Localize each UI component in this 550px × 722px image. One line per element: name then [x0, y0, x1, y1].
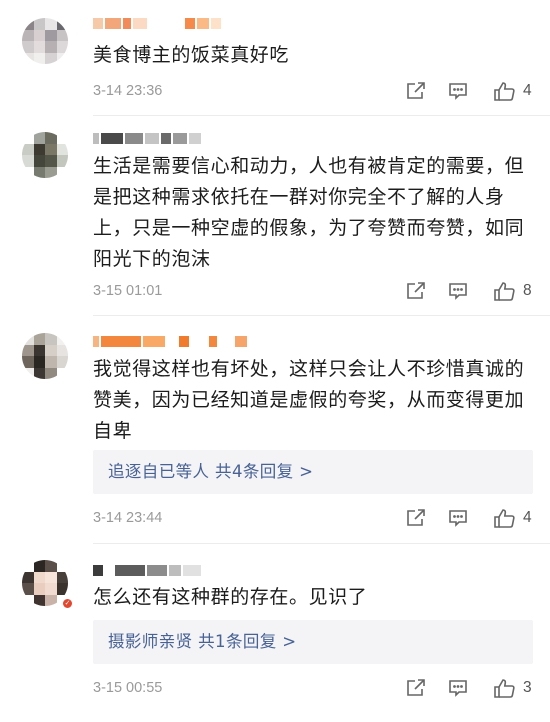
username-redacted[interactable]: [93, 563, 201, 577]
username-redacted[interactable]: [93, 16, 221, 30]
thumbs-up-icon: [494, 679, 515, 698]
comment-icon[interactable]: [447, 279, 469, 303]
like-count: 4: [523, 82, 532, 99]
avatar[interactable]: [22, 18, 68, 64]
avatar[interactable]: [22, 333, 68, 379]
divider: [93, 115, 550, 116]
comment-text: 生活是需要信心和动力，人也有被肯定的需要，但是把这种需求依托在一群对你完全不了解…: [93, 155, 525, 270]
reply-preview[interactable]: 摄影师亲贤 共1条回复 >: [93, 620, 533, 664]
avatar[interactable]: [22, 132, 68, 178]
share-icon[interactable]: [405, 79, 427, 103]
share-icon[interactable]: [405, 279, 427, 303]
comment-time: 3-14 23:36: [93, 83, 163, 99]
share-icon[interactable]: [405, 676, 427, 700]
comment-time: 3-15 01:01: [93, 283, 163, 299]
comment-text: 怎么还有这种群的存在。见识了: [93, 586, 368, 608]
like-button[interactable]: 4: [493, 506, 532, 530]
like-button[interactable]: 3: [493, 676, 532, 700]
like-count: 4: [523, 509, 532, 526]
thumbs-up-icon: [494, 282, 515, 301]
username-redacted[interactable]: [93, 334, 247, 348]
reply-preview[interactable]: 追逐自已等人 共4条回复 >: [93, 450, 533, 494]
like-count: 8: [523, 282, 532, 299]
comment-icon[interactable]: [447, 79, 469, 103]
share-icon[interactable]: [405, 506, 427, 530]
comment-meta: 3-15 01:01 8: [93, 279, 533, 303]
like-button[interactable]: 8: [493, 279, 532, 303]
comment-icon[interactable]: [447, 676, 469, 700]
like-button[interactable]: 4: [493, 79, 532, 103]
comment-text: 我觉得这样也有坏处，这样只会让人不珍惜真诚的赞美，因为已经知道是虚假的夸奖，从而…: [93, 358, 525, 442]
verified-badge-icon: ✓: [61, 597, 74, 610]
divider: [93, 543, 550, 544]
comment-time: 3-14 23:44: [93, 510, 163, 526]
thumbs-up-icon: [494, 509, 515, 528]
comment-time: 3-15 00:55: [93, 680, 163, 696]
username-redacted[interactable]: [93, 131, 201, 145]
comment-text: 美食博主的饭菜真好吃: [93, 44, 290, 66]
comment-icon[interactable]: [447, 506, 469, 530]
like-count: 3: [523, 679, 532, 696]
comment-meta: 3-14 23:44 4: [93, 506, 533, 530]
comment-meta: 3-14 23:36 4: [93, 79, 533, 103]
divider: [93, 315, 550, 316]
thumbs-up-icon: [494, 82, 515, 101]
comment-meta: 3-15 00:55 3: [93, 676, 533, 700]
